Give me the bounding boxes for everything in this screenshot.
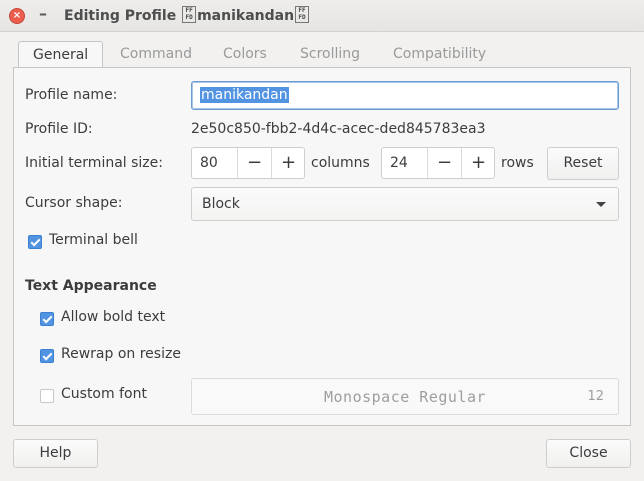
terminal-bell-label: Terminal bell	[49, 232, 138, 248]
title-bar: × – Editing Profile FF FD manikandan FF FD	[0, 0, 644, 32]
profile-id-label: Profile ID:	[25, 121, 93, 137]
columns-value: 80	[200, 155, 218, 171]
cursor-shape-label: Cursor shape:	[25, 195, 123, 211]
rows-value: 24	[390, 155, 408, 171]
terminal-size-label: Initial terminal size:	[25, 155, 163, 171]
rewrap-label: Rewrap on resize	[61, 346, 181, 362]
custom-font-checkbox[interactable]	[40, 389, 54, 403]
window-title: Editing Profile FF FD manikandan FF FD	[64, 6, 310, 24]
rows-increase-button[interactable]: +	[461, 148, 495, 178]
font-name: Monospace Regular	[323, 388, 487, 406]
columns-decrease-button[interactable]: −	[237, 148, 271, 178]
rows-label: rows	[501, 155, 534, 171]
chevron-down-icon	[596, 202, 606, 207]
cursor-shape-dropdown[interactable]: Block	[191, 187, 619, 221]
custom-font-label: Custom font	[61, 386, 147, 402]
profile-name-value: manikandan	[200, 87, 289, 103]
columns-increase-button[interactable]: +	[271, 148, 305, 178]
tab-command[interactable]: Command	[106, 41, 206, 68]
font-size: 12	[587, 389, 604, 404]
profile-id-value: 2e50c850-fbb2-4d4c-acec-ded845783ea3	[191, 121, 486, 137]
help-button[interactable]: Help	[13, 439, 98, 468]
columns-spinner[interactable]: 80 − +	[191, 147, 305, 179]
missing-glyph-icon: FF FD	[295, 6, 310, 23]
reset-button[interactable]: Reset	[547, 147, 619, 180]
tab-colors[interactable]: Colors	[209, 41, 281, 68]
columns-label: columns	[311, 155, 370, 171]
font-chooser-button: Monospace Regular 12	[191, 378, 619, 415]
profile-name-input[interactable]: manikandan	[191, 81, 619, 110]
tab-general[interactable]: General	[18, 41, 104, 69]
rewrap-checkbox[interactable]	[40, 349, 54, 363]
text-appearance-heading: Text Appearance	[25, 278, 157, 294]
close-button[interactable]: Close	[546, 439, 631, 468]
close-window-icon[interactable]: ×	[9, 8, 25, 24]
allow-bold-label: Allow bold text	[61, 309, 166, 325]
terminal-bell-checkbox[interactable]	[28, 235, 42, 249]
window-title-name: manikandan	[197, 8, 295, 24]
rows-decrease-button[interactable]: −	[427, 148, 461, 178]
missing-glyph-icon: FF FD	[182, 6, 197, 23]
cursor-shape-value: Block	[202, 196, 240, 212]
tab-scrolling[interactable]: Scrolling	[286, 41, 374, 68]
rows-spinner[interactable]: 24 − +	[381, 147, 495, 179]
profile-name-label: Profile name:	[25, 87, 118, 103]
allow-bold-checkbox[interactable]	[40, 312, 54, 326]
tab-compatibility[interactable]: Compatibility	[379, 41, 500, 68]
window-title-prefix: Editing Profile	[64, 8, 177, 24]
minimize-icon[interactable]: –	[35, 4, 51, 24]
